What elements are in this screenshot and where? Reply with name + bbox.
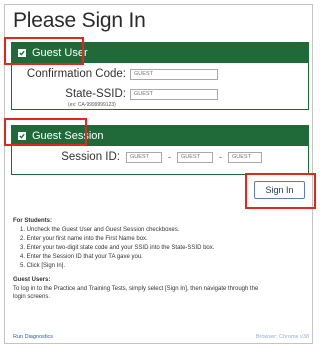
instruction-step: 3. Enter your two-digit state code and y…	[20, 245, 215, 251]
ssid-example-hint: (ex: CA-9999999123)	[68, 102, 116, 108]
instruction-step: 1. Uncheck the Guest User and Guest Sess…	[20, 227, 180, 233]
instruction-step: 4. Enter the Session ID that your TA gav…	[20, 254, 143, 260]
page-title: Please Sign In	[13, 9, 146, 32]
state-ssid-input[interactable]	[130, 88, 218, 100]
session-id-separator: -	[219, 152, 222, 162]
confirmation-code-label: Confirmation Code:	[26, 68, 126, 80]
guest-users-heading: Guest Users:	[13, 277, 51, 283]
instruction-step: 2. Enter your first name into the First …	[20, 236, 148, 242]
session-id-label: Session ID:	[61, 151, 120, 163]
session-id-part-3[interactable]	[228, 151, 262, 163]
confirmation-code-input[interactable]	[130, 68, 218, 80]
highlight-guest-session	[4, 118, 87, 146]
students-heading: For Students:	[13, 218, 52, 224]
state-ssid-label: State-SSID:	[65, 88, 126, 100]
sign-in-button[interactable]: Sign In	[254, 181, 305, 199]
session-id-separator: -	[168, 152, 171, 162]
highlight-guest-user	[4, 37, 84, 65]
session-id-part-1[interactable]	[126, 151, 162, 163]
guest-users-text: login screens.	[13, 294, 51, 300]
browser-version: Browser: Chrome v38	[255, 334, 309, 340]
session-id-part-2[interactable]	[177, 151, 213, 163]
instruction-step: 5. Click [Sign In].	[20, 263, 66, 269]
run-diagnostics-link[interactable]: Run Diagnostics	[13, 334, 53, 340]
